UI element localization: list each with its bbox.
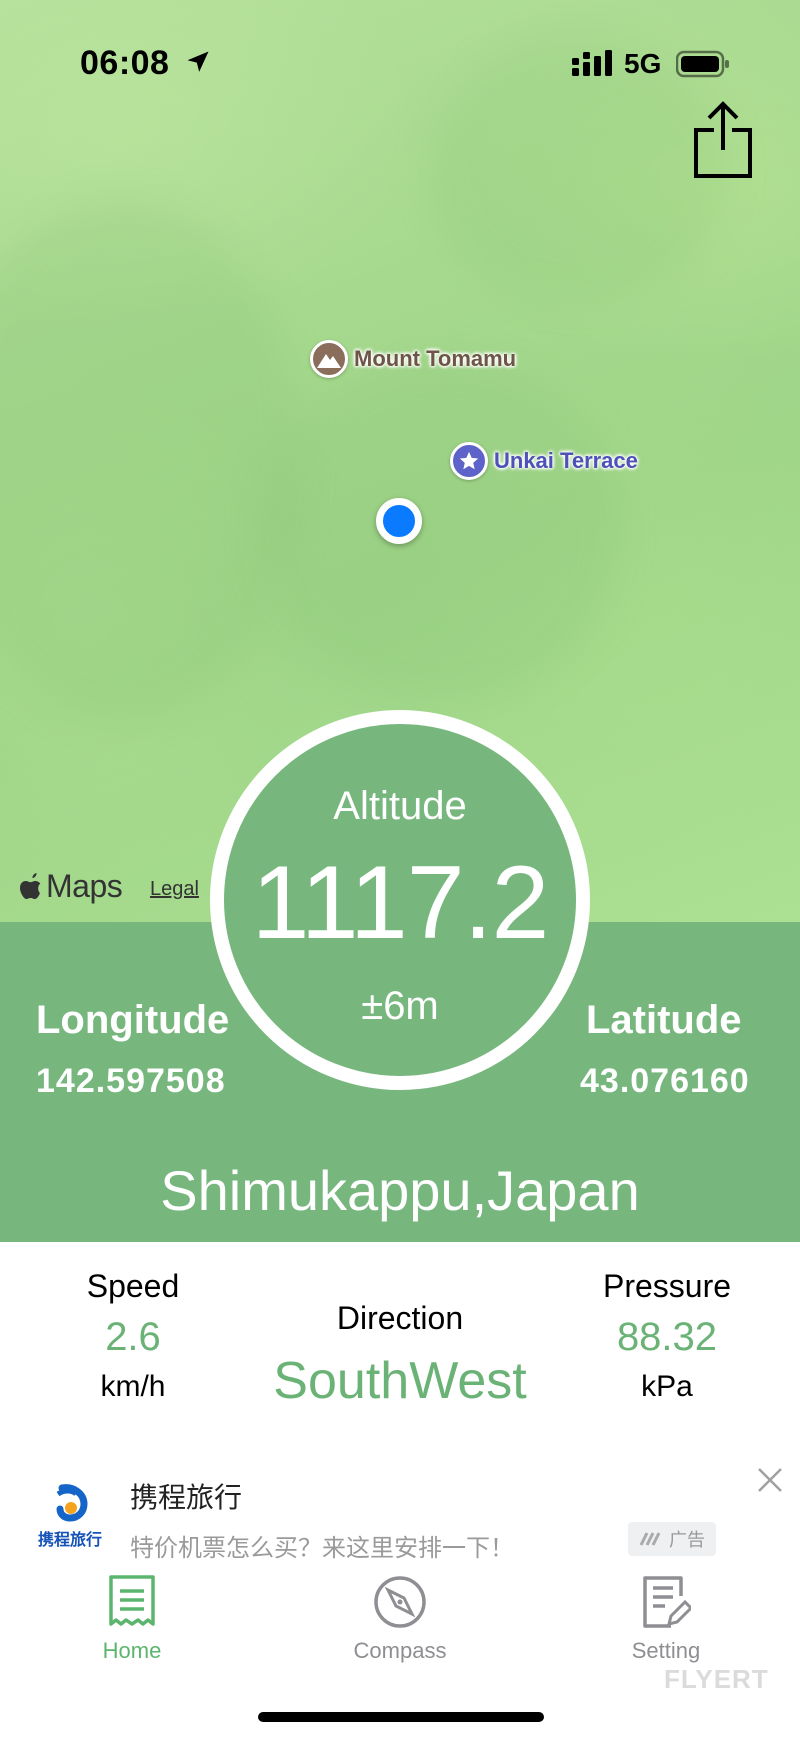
speed-value: 2.6 [105,1315,161,1359]
mountain-icon [310,340,348,378]
network-type: 5G [624,48,662,79]
tab-label: Setting [631,1638,701,1663]
longitude-label: Longitude [36,998,230,1042]
latitude-value: 43.076160 [580,1062,750,1100]
receipt-icon [109,1575,155,1626]
ad-title: 携程旅行 [130,1482,243,1513]
pressure-stat: Pressure 88.32 kPa [576,1268,758,1404]
ad-description: 特价机票怎么买？来这里安排一下！ [130,1535,514,1562]
location-name: Shimukappu,Japan [160,1159,640,1222]
share-icon[interactable] [692,100,754,180]
user-location-dot [376,498,422,544]
altitude-label: Altitude [333,784,467,828]
longitude-value: 142.597508 [36,1062,226,1100]
close-icon[interactable] [756,1466,784,1494]
location-arrow-icon [187,51,209,72]
altitude-circle: Altitude 1117.2 ±6m [210,710,590,1090]
speed-unit: km/h [100,1370,166,1403]
poi-unkai-terrace[interactable]: Unkai Terrace [450,442,638,480]
poi-label: Mount Tomamu [354,346,517,371]
apple-maps-logo: Maps [20,868,123,905]
ad-logo-text: 携程旅行 [37,1532,102,1549]
battery-icon [676,50,729,78]
speed-stat: Speed 2.6 km/h [40,1268,226,1404]
altitude-accuracy: ±6m [361,984,439,1028]
signal-icon [572,50,612,76]
ad-mark-icon [639,1532,661,1546]
ad-badge: 广告 [628,1522,716,1556]
star-icon [450,442,488,480]
document-edit-icon [643,1576,691,1628]
tab-home[interactable]: Home [52,1574,212,1664]
tab-compass[interactable]: Compass [320,1574,480,1664]
pressure-unit: kPa [641,1370,693,1403]
apple-logo-icon [20,872,41,899]
direction-label: Direction [336,1300,464,1336]
poi-label: Unkai Terrace [494,448,638,473]
pressure-label: Pressure [602,1268,732,1304]
watermark: FLYERT [664,1664,769,1694]
direction-stat: Direction SouthWest [240,1300,560,1411]
altitude-value: 1117.2 [251,845,550,961]
maps-attribution: Maps [46,868,123,904]
pressure-value: 88.32 [616,1315,718,1359]
legal-link[interactable]: Legal [150,878,199,901]
speed-label: Speed [86,1268,180,1304]
latitude-label: Latitude [586,998,742,1042]
home-indicator[interactable] [258,1712,544,1722]
tab-setting[interactable]: Setting [586,1574,746,1664]
status-bar: 06:08 5G [0,0,800,120]
direction-value: SouthWest [273,1352,527,1410]
ad-badge-label: 广告 [669,1530,705,1550]
tab-label: Home [102,1638,162,1663]
status-time: 06:08 [80,44,170,82]
compass-icon [374,1576,426,1628]
tab-label: Compass [353,1638,447,1663]
poi-mount-tomamu[interactable]: Mount Tomamu [310,340,516,378]
